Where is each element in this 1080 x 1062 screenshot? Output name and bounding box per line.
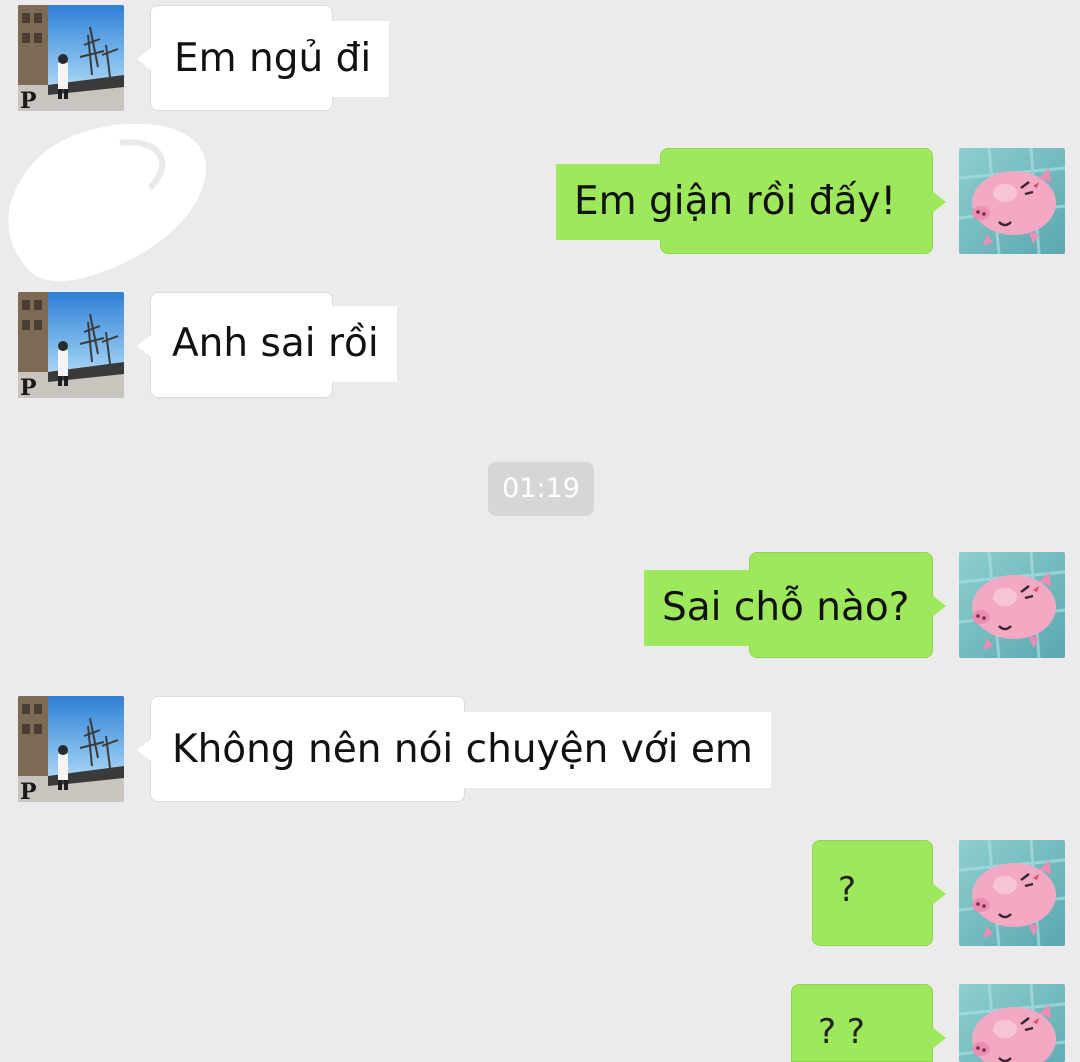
pig-sticker-avatar-image — [959, 148, 1065, 254]
bubble-tail — [137, 335, 151, 357]
bubble-tail — [932, 191, 946, 213]
chat-thread: P Em ngủ đi — [0, 0, 1080, 1062]
bubble-tail — [932, 883, 946, 905]
pig-sticker-avatar-image — [959, 840, 1065, 946]
pig-sticker-avatar-image — [959, 552, 1065, 658]
message-text: Không nên nói chuyện với em — [154, 712, 771, 788]
pig-sticker-avatar-image — [959, 984, 1065, 1062]
bubble-tail — [137, 48, 151, 70]
bubble-tail — [932, 1027, 946, 1049]
contact-avatar-image — [18, 5, 124, 111]
contact-avatar[interactable] — [18, 696, 124, 802]
bubble-tail — [137, 739, 151, 761]
self-avatar[interactable] — [959, 984, 1065, 1062]
bubble-tail — [932, 595, 946, 617]
message-text: ? ? — [818, 1012, 865, 1052]
message-bubble-outgoing[interactable] — [812, 840, 946, 946]
timestamp-badge: 01:19 — [488, 462, 594, 516]
contact-avatar[interactable] — [18, 5, 124, 111]
message-text: ? — [838, 870, 857, 910]
contact-avatar-image — [18, 292, 124, 398]
message-text: Anh sai rồi — [154, 306, 397, 382]
white-scribble-cover — [8, 123, 207, 282]
message-text: Em giận rồi đấy! — [556, 164, 915, 240]
self-avatar[interactable] — [959, 552, 1065, 658]
message-text: Sai chỗ nào? — [644, 570, 928, 646]
self-avatar[interactable] — [959, 840, 1065, 946]
message-text: Em ngủ đi — [156, 21, 390, 97]
self-avatar[interactable] — [959, 148, 1065, 254]
contact-avatar[interactable] — [18, 292, 124, 398]
contact-avatar-image — [18, 696, 124, 802]
